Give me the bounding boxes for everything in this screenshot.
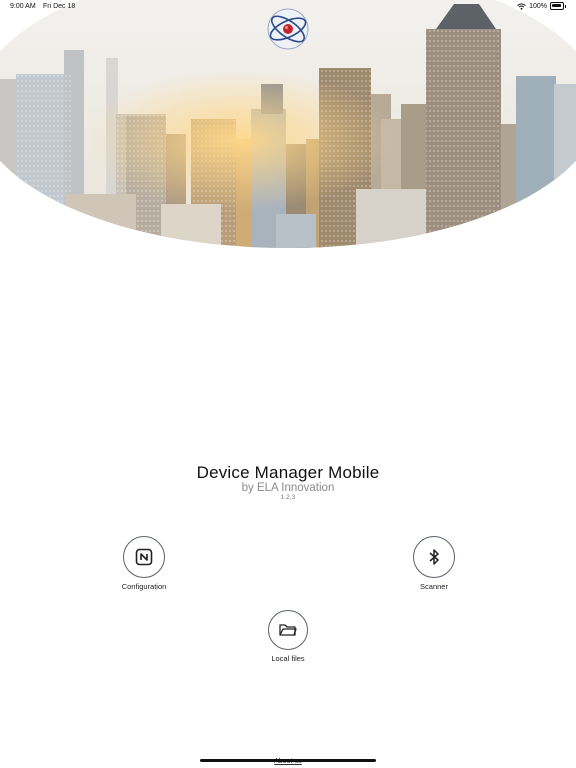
app-title: Device Manager Mobile [196, 463, 380, 482]
wifi-icon [517, 2, 526, 10]
home-indicator[interactable] [200, 759, 376, 762]
nfc-icon [135, 548, 153, 566]
configuration-label: Configuration [121, 582, 167, 591]
battery-icon [550, 2, 564, 10]
configuration-button[interactable]: Configuration [109, 536, 179, 591]
status-time: 9:00 AM [10, 3, 36, 10]
scanner-circle[interactable] [413, 536, 455, 578]
scanner-button[interactable]: Scanner [399, 536, 469, 591]
status-date: Fri Dec 18 [43, 3, 76, 10]
status-bar: 9:00 AM Fri Dec 18 100% [0, 0, 576, 14]
status-right: 100% [517, 2, 566, 10]
local-files-button[interactable]: Local files [253, 610, 323, 663]
local-files-label: Local files [271, 654, 305, 663]
app-version: 1.2.3 [280, 494, 296, 501]
bluetooth-icon [429, 549, 439, 565]
configuration-circle[interactable] [123, 536, 165, 578]
scanner-label: Scanner [420, 582, 448, 591]
local-files-circle[interactable] [268, 610, 308, 650]
home-screen: 9:00 AM Fri Dec 18 100% Device Manager M… [0, 0, 576, 768]
app-subtitle: by ELA Innovation [241, 482, 335, 494]
battery-percent: 100% [529, 2, 547, 10]
folder-icon [279, 624, 297, 636]
